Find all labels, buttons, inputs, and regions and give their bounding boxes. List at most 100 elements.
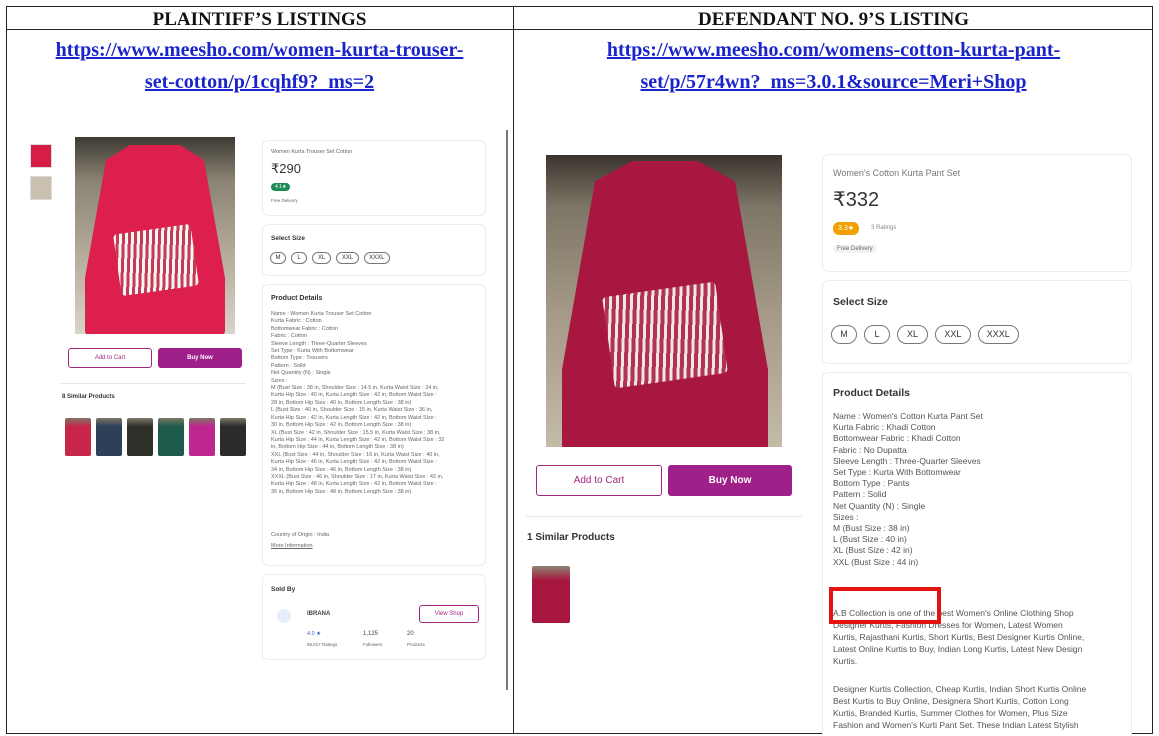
plaintiff-product-title: Women Kurta Trouser Set Cotton	[271, 149, 353, 155]
plaintiff-detail-line: Kurta Hip Size : 40 in, Kurta Length Siz…	[271, 392, 437, 399]
defendant-add-to-cart-button[interactable]: Add to Cart	[536, 465, 662, 496]
plaintiff-details-card: Product Details Name : Women Kurta Trous…	[262, 284, 486, 566]
defendant-url-line-2[interactable]: set/p/57r4wn?_ms=3.0.1&source=Meri+Shop	[514, 66, 1153, 98]
plaintiff-detail-line: Kurta Hip Size : 48 in, Kurta Length Siz…	[271, 481, 437, 488]
defendant-size-option-xl[interactable]: XL	[897, 325, 928, 344]
plaintiff-detail-line: 30 in, Bottom Hip Size : 42 in, Bottom L…	[271, 422, 412, 429]
defendant-size-option-xxl[interactable]: XXL	[934, 325, 971, 344]
defendant-detail-line: XXL (Bust Size : 44 in)	[833, 556, 919, 567]
defendant-description-line: Kurtis, Rajasthani Kurtis, Short Kurtis,…	[833, 632, 1085, 642]
defendant-detail-line: Name : Women's Cotton Kurta Pant Set	[833, 411, 983, 421]
defendant-detail-line: L (Bust Size : 40 in)	[833, 534, 907, 545]
plaintiff-size-option-m[interactable]: M	[270, 252, 286, 264]
highlight-box-ab-collection	[829, 587, 941, 624]
defendant-url-line-1[interactable]: https://www.meesho.com/womens-cotton-kur…	[514, 34, 1153, 66]
plaintiff-title-card: Women Kurta Trouser Set Cotton ₹290 4.1★…	[262, 140, 486, 216]
plaintiff-detail-line: Set Type : Kurta With Bottomwear	[271, 348, 354, 355]
defendant-details-card: Product Details Name : Women's Cotton Ku…	[822, 372, 1132, 736]
plaintiff-product-details-heading: Product Details	[271, 295, 323, 302]
defendant-detail-line: Bottom Type : Pants	[833, 478, 910, 489]
plaintiff-size-option-xxxl[interactable]: XXXL	[363, 252, 390, 264]
plaintiff-seller-rating: 4.0 ★	[307, 631, 322, 637]
plaintiff-products-label: Products	[407, 642, 425, 647]
defendant-size-option-m[interactable]: M	[831, 325, 857, 344]
defendant-listing-url[interactable]: https://www.meesho.com/womens-cotton-kur…	[514, 34, 1153, 98]
plaintiff-detail-line: XL (Bust Size : 42 in, Shoulder Size : 1…	[271, 429, 441, 436]
plaintiff-view-shop-button[interactable]: View Shop	[419, 605, 479, 623]
plaintiff-detail-line: in, Bottom Hip Size : 44 in, Bottom Leng…	[271, 444, 404, 451]
plaintiff-detail-line: Sleeve Length : Three-Quarter Sleeves	[271, 340, 367, 347]
plaintiff-detail-line: Fabric : Cotton	[271, 333, 308, 340]
plaintiff-scrollbar[interactable]	[506, 130, 508, 690]
plaintiff-similar-product-thumb[interactable]	[189, 418, 215, 456]
plaintiff-add-to-cart-button[interactable]: Add to Cart	[68, 348, 152, 368]
plaintiff-detail-line: M (Bust Size : 38 in, Shoulder Size : 14…	[271, 385, 439, 392]
defendant-description-line: Latest Online Kurtis to Buy, Indian Long…	[833, 644, 1083, 654]
defendant-size-option-l[interactable]: L	[864, 325, 890, 344]
plaintiff-buy-now-label: Buy Now	[187, 355, 213, 361]
plaintiff-size-option-l[interactable]: L	[291, 252, 307, 264]
plaintiff-seller-ratings-count: 56,817 Ratings	[307, 642, 338, 647]
plaintiff-url-line-2[interactable]: set-cotton/p/1cqhf9?_ms=2	[6, 66, 513, 98]
defendant-description-line: Fashion and Women's Kurti Pant Set. Thes…	[833, 720, 1079, 730]
plaintiff-size-option-xxl[interactable]: XXL	[336, 252, 359, 264]
plaintiff-trouser-stripes	[113, 223, 199, 297]
defendant-product-image	[546, 155, 782, 447]
defendant-similar-product-thumb[interactable]	[532, 566, 570, 623]
plaintiff-detail-line: XXXL (Bust Size : 46 in, Shoulder Size :…	[271, 473, 444, 480]
plaintiff-details-list: Name : Women Kurta Trouser Set Cotton Kur…	[271, 311, 444, 496]
defendant-size-option-xxxl[interactable]: XXXL	[977, 325, 1019, 344]
defendant-description-line: Kurtis, Branded Kurtis, Summer Clothes f…	[833, 708, 1068, 718]
defendant-ratings-count: 3 Ratings	[871, 225, 897, 231]
plaintiff-gallery-thumb-2[interactable]	[30, 176, 52, 200]
plaintiff-url-line-1[interactable]: https://www.meesho.com/women-kurta-trous…	[6, 34, 513, 66]
defendant-detail-line: Fabric : No Dupatta	[833, 444, 907, 455]
plaintiff-add-to-cart-label: Add to Cart	[94, 355, 126, 361]
defendant-detail-line: Set Type : Kurta With Bottomwear	[833, 467, 961, 478]
defendant-product-title: Women's Cotton Kurta Pant Set	[833, 168, 961, 178]
defendant-column-title: DEFENDANT NO. 9’S LISTING	[698, 9, 969, 30]
defendant-description-line: Best Kurtis to Buy Online, Designera Sho…	[833, 696, 1069, 706]
defendant-buy-now-button[interactable]: Buy Now	[668, 465, 792, 496]
plaintiff-detail-line: Kurta Fabric : Cotton	[271, 318, 322, 325]
defendant-title-card: Women's Cotton Kurta Pant Set ₹332 3.3★ …	[822, 154, 1132, 272]
plaintiff-similar-product-thumb[interactable]	[158, 418, 184, 456]
defendant-select-size-label: Select Size	[833, 296, 888, 308]
plaintiff-size-option-xl[interactable]: XL	[312, 252, 332, 264]
plaintiff-detail-line: Kurta Hip Size : 42 in, Kurta Length Siz…	[271, 414, 437, 421]
column-divider	[513, 6, 514, 734]
plaintiff-followers-label: Followers	[363, 642, 383, 647]
plaintiff-detail-line: Name : Women Kurta Trouser Set Cotton	[271, 311, 372, 317]
plaintiff-similar-product-thumb[interactable]	[65, 418, 91, 456]
defendant-size-card: Select Size M L XL XXL XXXL	[822, 280, 1132, 364]
defendant-description-line: Kurtis.	[833, 656, 858, 666]
plaintiff-detail-line: Kurta Hip Size : 46 in, Kurta Length Siz…	[271, 459, 437, 466]
defendant-similar-products-heading: 1 Similar Products	[527, 532, 615, 543]
plaintiff-seller-name: IBRANA	[307, 611, 331, 617]
plaintiff-similar-product-thumb[interactable]	[96, 418, 122, 456]
plaintiff-detail-line: 28 in, Bottom Hip Size : 40 in, Bottom L…	[271, 399, 412, 406]
plaintiff-similar-products-heading: 8 Similar Products	[62, 394, 115, 400]
plaintiff-detail-line: 34 in, Bottom Hip Size : 46 in, Bottom L…	[271, 466, 412, 473]
defendant-detail-line: Sleeve Length : Three-Quarter Sleeves	[833, 455, 981, 466]
plaintiff-detail-line: Pattern : Solid	[271, 362, 306, 369]
plaintiff-delivery-tag: Free Delivery	[271, 198, 298, 203]
plaintiff-detail-line: 36 in, Bottom Hip Size : 48 in, Bottom L…	[271, 488, 412, 495]
plaintiff-detail-line: Bottomwear Fabric : Cotton	[271, 325, 338, 332]
plaintiff-detail-line: Sizes :	[271, 377, 288, 384]
plaintiff-similar-product-thumb[interactable]	[127, 418, 153, 456]
plaintiff-detail-line: L (Bust Size : 40 in, Shoulder Size : 15…	[271, 407, 433, 414]
defendant-size-options: M L XL XXL XXXL	[831, 325, 1019, 344]
plaintiff-gallery-thumb-1[interactable]	[30, 144, 52, 168]
plaintiff-listing-url[interactable]: https://www.meesho.com/women-kurta-trous…	[6, 34, 513, 98]
plaintiff-detail-line: Kurta Hip Size : 44 in, Kurta Length Siz…	[271, 436, 445, 443]
plaintiff-seller-card: Sold By IBRANA View Shop 4.0 ★ 56,817 Ra…	[262, 574, 486, 660]
defendant-add-to-cart-label: Add to Cart	[573, 475, 625, 486]
plaintiff-more-information-link[interactable]: More Information	[271, 543, 313, 550]
defendant-detail-line: Kurta Fabric : Khadi Cotton	[833, 422, 936, 433]
plaintiff-similar-product-thumb[interactable]	[220, 418, 246, 456]
plaintiff-select-size-label: Select Size	[271, 235, 305, 242]
defendant-delivery-tag: Free Delivery	[833, 245, 877, 253]
plaintiff-buy-now-button[interactable]: Buy Now	[158, 348, 242, 368]
plaintiff-country-of-origin: Country of Origin : India	[271, 532, 330, 538]
